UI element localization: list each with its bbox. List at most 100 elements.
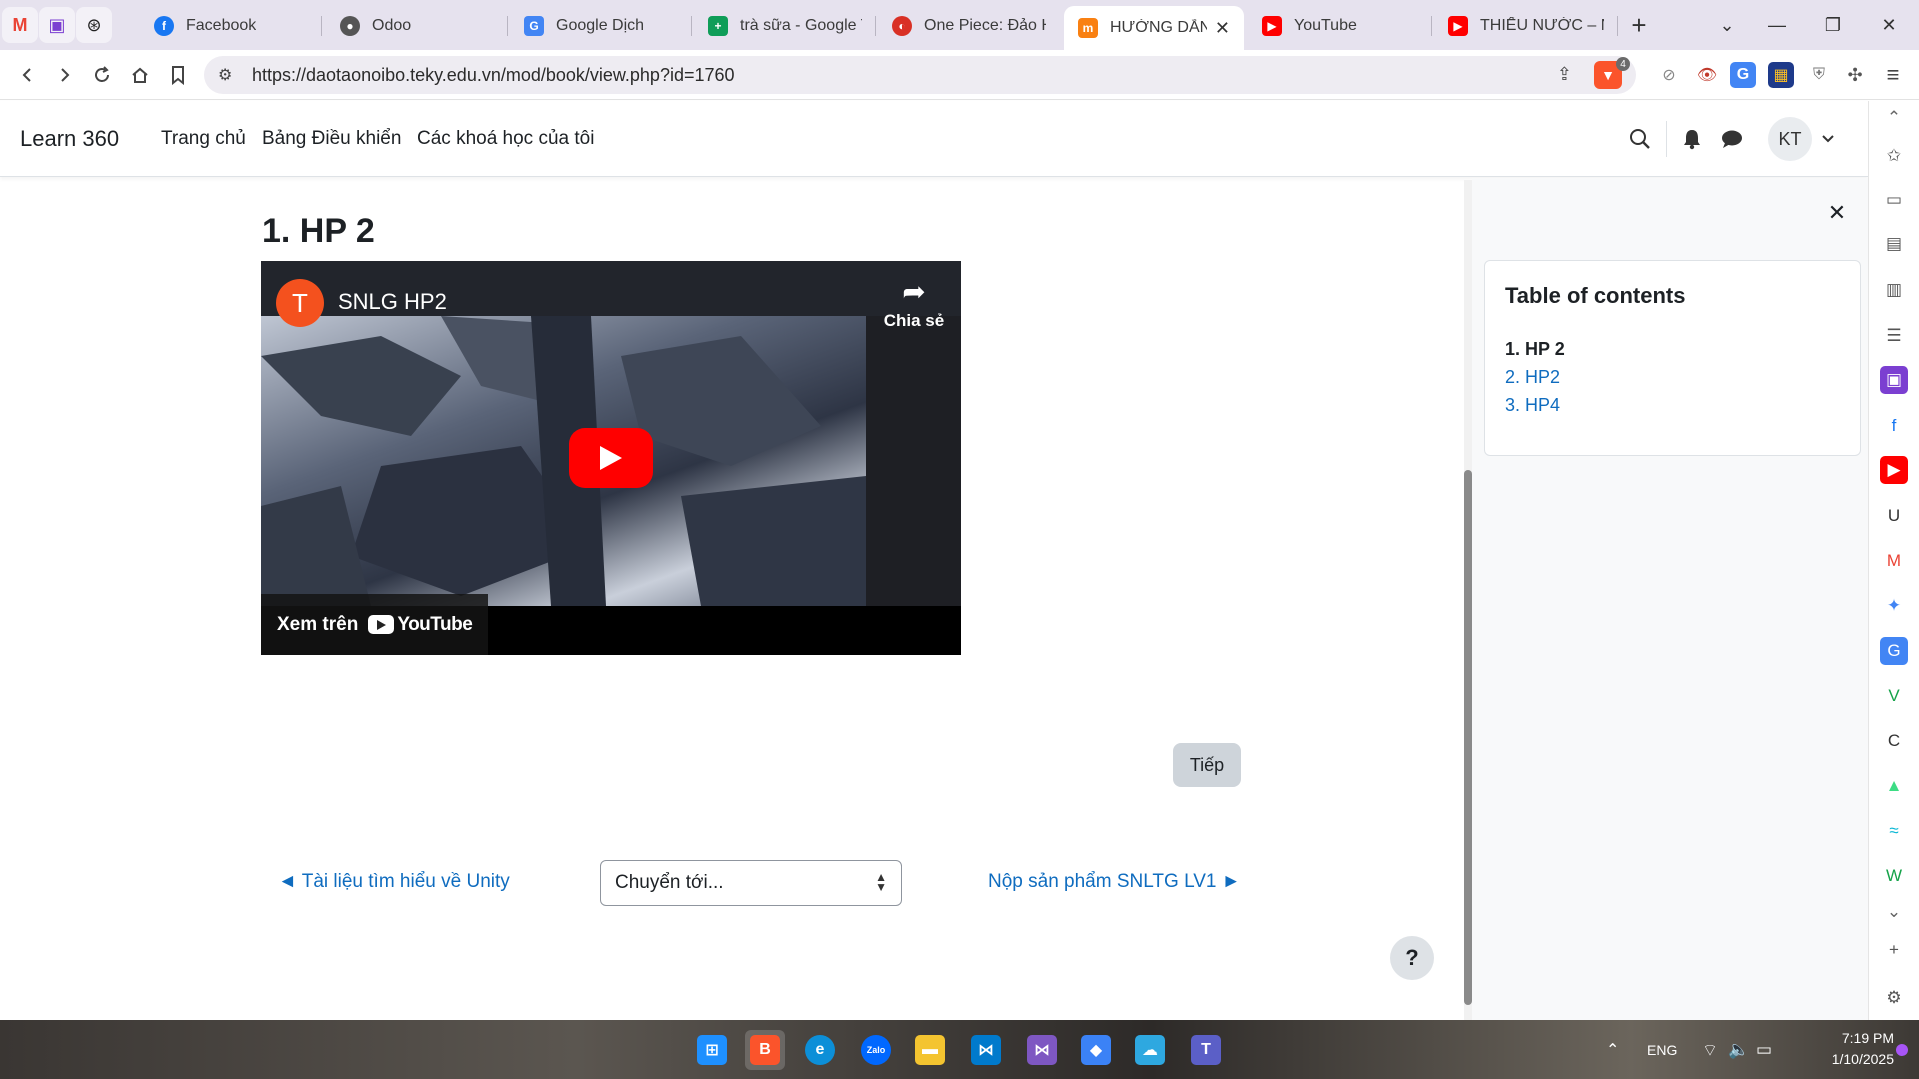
help-button[interactable]: ? — [1390, 936, 1434, 980]
new-tab-button[interactable]: + — [1624, 10, 1654, 40]
pinned-tab-chatgpt[interactable]: ⊛ — [76, 7, 112, 43]
tab-search-button[interactable]: ⌄ — [1712, 10, 1742, 40]
youtube-embed[interactable]: T SNLG HP2 ➦ Chia sẻ Xem trên YouTube — [261, 261, 961, 655]
tab-youtube[interactable]: ▶ YouTube — [1248, 6, 1432, 46]
url-text[interactable]: https://daotaonoibo.teky.edu.vn/mod/book… — [252, 65, 735, 86]
extension-compass[interactable]: ⊘ — [1656, 62, 1682, 88]
nav-home[interactable]: Trang chủ — [161, 128, 246, 150]
extension-image[interactable]: ▦ — [1768, 62, 1794, 88]
clock-time[interactable]: 7:19 PM — [1814, 1030, 1894, 1046]
visual-studio-taskbar-button[interactable]: ⋈ — [1022, 1030, 1062, 1070]
settings-icon[interactable]: ⚙ — [1880, 984, 1908, 1012]
messages-button[interactable] — [1716, 123, 1748, 155]
gemini-icon[interactable]: ✦ — [1880, 592, 1908, 620]
contacts-icon: ▣ — [48, 14, 66, 35]
reload-button[interactable] — [86, 60, 118, 90]
page-scrollbar[interactable] — [1464, 180, 1472, 1020]
extensions-button[interactable]: ✣ — [1842, 62, 1868, 88]
user-avatar[interactable]: KT — [1768, 117, 1812, 161]
next-page-button[interactable]: Tiếp — [1173, 743, 1241, 787]
vector-icon[interactable]: V — [1880, 682, 1908, 710]
battery-icon[interactable]: ▭ — [1756, 1040, 1772, 1060]
chevron-down-icon[interactable]: ⌄ — [1880, 898, 1908, 926]
zalo-taskbar-button[interactable]: Zalo — [856, 1030, 896, 1070]
vscode-taskbar-button[interactable]: ⋈ — [966, 1030, 1006, 1070]
brave-taskbar-button[interactable]: B — [745, 1030, 785, 1070]
tab-google-translate[interactable]: G Google Dịch — [510, 6, 692, 46]
reader-icon[interactable]: ☰ — [1880, 322, 1908, 350]
android-icon[interactable]: ▲ — [1880, 772, 1908, 800]
tailwind-icon[interactable]: ≈ — [1880, 817, 1908, 845]
restore-button[interactable]: ❐ — [1818, 10, 1848, 40]
page-scrollbar-thumb[interactable] — [1464, 470, 1472, 1005]
copilot-taskbar-button[interactable]: ◆ — [1076, 1030, 1116, 1070]
translate-extension-icon: G — [1736, 66, 1750, 83]
tab-onepiece[interactable]: ◐ One Piece: Đảo Hả — [878, 6, 1060, 46]
extension-eye[interactable]: 👁 — [1694, 62, 1720, 88]
browser-menu-button[interactable]: ≡ — [1880, 62, 1906, 88]
u-icon[interactable]: U — [1880, 502, 1908, 530]
watch-on-youtube-button[interactable]: Xem trên YouTube — [261, 594, 489, 655]
channel-avatar[interactable]: T — [276, 279, 324, 327]
home-button[interactable] — [124, 60, 156, 90]
tab-google-sheets[interactable]: + trà sữa - Google Tr — [694, 6, 876, 46]
notifications-button[interactable] — [1676, 123, 1708, 155]
minimize-button[interactable]: — — [1762, 10, 1792, 40]
close-window-button[interactable]: ✕ — [1874, 10, 1904, 40]
forward-button[interactable] — [48, 60, 80, 90]
terrain-shapes — [261, 316, 866, 606]
play-button[interactable] — [569, 428, 653, 488]
chevron-up-icon[interactable]: ⌃ — [1880, 104, 1908, 132]
youtube-icon[interactable]: ▶ — [1880, 456, 1908, 484]
c-icon[interactable]: C — [1880, 727, 1908, 755]
close-drawer-button[interactable]: ✕ — [1822, 198, 1852, 228]
google-translate-icon[interactable]: G — [1880, 637, 1908, 665]
reading-list-icon[interactable]: ▭ — [1880, 186, 1908, 214]
edge-taskbar-button[interactable]: e — [800, 1030, 840, 1070]
close-tab-icon[interactable]: ✕ — [1207, 18, 1230, 39]
video-title[interactable]: SNLG HP2 — [338, 289, 447, 315]
bookmark-button[interactable] — [162, 60, 194, 90]
notification-dot-icon[interactable] — [1896, 1044, 1908, 1056]
tab-odoo[interactable]: ● Odoo — [326, 6, 508, 46]
bookmarks-icon[interactable]: ▥ — [1880, 276, 1908, 304]
tab-thieu-nuoc[interactable]: ▶ THIẾU NƯỚC – NG — [1434, 6, 1618, 46]
extension-shield[interactable]: ⛨ — [1806, 62, 1832, 88]
jump-to-select[interactable]: Chuyển tới... ▲ ▼ — [600, 860, 902, 906]
contacts-icon[interactable]: ▣ — [1880, 366, 1908, 394]
language-indicator[interactable]: ENG — [1647, 1042, 1677, 1058]
tab-huong-dan-active[interactable]: m HƯỚNG DẪN ✕ — [1064, 6, 1244, 50]
site-brand[interactable]: Learn 360 — [20, 126, 119, 152]
share-icon[interactable]: ⇪ — [1557, 64, 1572, 85]
gmail-icon[interactable]: M — [1880, 547, 1908, 575]
wifi-icon[interactable]: ⌔ — [1702, 1040, 1718, 1061]
search-button[interactable] — [1624, 123, 1656, 155]
file-explorer-taskbar-button[interactable]: ▬ — [910, 1030, 950, 1070]
site-info-icon[interactable]: ⚙ — [218, 65, 232, 85]
teams-taskbar-button[interactable]: T — [1186, 1030, 1226, 1070]
back-button[interactable] — [12, 60, 44, 90]
pinned-tab-gmail[interactable]: M — [2, 7, 38, 43]
nav-dashboard[interactable]: Bảng Điều khiển — [262, 128, 401, 150]
pinned-tab-contacts[interactable]: ▣ — [39, 7, 75, 43]
next-activity-link[interactable]: Nộp sản phẩm SNLTG LV1 ► — [988, 871, 1241, 893]
tray-overflow-icon[interactable]: ⌃ — [1606, 1040, 1619, 1060]
previous-activity-link[interactable]: ◄ Tài liệu tìm hiểu về Unity — [278, 871, 510, 893]
tab-facebook[interactable]: f Facebook — [140, 6, 322, 46]
volume-icon[interactable]: 🔈 — [1728, 1040, 1749, 1060]
windows-start-taskbar-button[interactable]: ⊞ — [692, 1030, 732, 1070]
toc-item-link[interactable]: 3. HP4 — [1505, 395, 1560, 416]
user-menu-toggle[interactable] — [1812, 123, 1844, 155]
leo-ai-icon[interactable]: ✩ — [1880, 142, 1908, 170]
nav-my-courses[interactable]: Các khoá học của tôi — [417, 128, 594, 150]
clock-date[interactable]: 1/10/2025 — [1796, 1051, 1894, 1067]
wallet-icon[interactable]: ▤ — [1880, 230, 1908, 258]
azure-taskbar-button[interactable]: ☁ — [1130, 1030, 1170, 1070]
share-button[interactable]: ➦ Chia sẻ — [871, 275, 957, 331]
address-bar[interactable]: ⚙ https://daotaonoibo.teky.edu.vn/mod/bo… — [204, 56, 1636, 94]
toc-item-link[interactable]: 2. HP2 — [1505, 367, 1560, 388]
extension-translate[interactable]: G — [1730, 62, 1756, 88]
plus-icon[interactable]: + — [1880, 936, 1908, 964]
w-icon[interactable]: W — [1880, 862, 1908, 890]
facebook-icon[interactable]: f — [1880, 412, 1908, 440]
